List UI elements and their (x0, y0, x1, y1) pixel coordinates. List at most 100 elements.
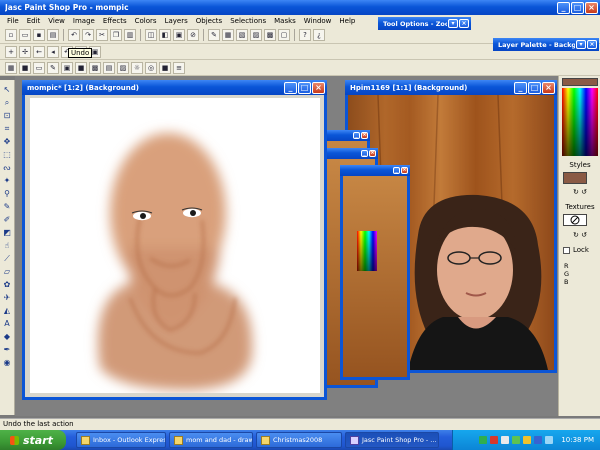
update-icon[interactable] (534, 436, 543, 444)
menu-help[interactable]: Help (335, 17, 359, 25)
target-icon[interactable]: ◎ (145, 61, 157, 74)
crop-tool-icon[interactable]: ⌗ (2, 123, 13, 134)
menu-file[interactable]: File (3, 17, 23, 25)
mini-window-title-bar[interactable]: _ × (340, 165, 410, 176)
grid-view-icon[interactable]: ▦ (5, 61, 17, 74)
styles-swatch[interactable] (563, 172, 587, 184)
stripes-icon[interactable]: ≡ (173, 61, 185, 74)
menu-view[interactable]: View (44, 17, 69, 25)
menu-colors[interactable]: Colors (131, 17, 161, 25)
context-help-icon[interactable]: ¿ (313, 29, 325, 41)
close-button[interactable]: × (459, 19, 469, 28)
arrow-left-icon[interactable]: ← (33, 45, 45, 58)
object-selector-icon[interactable]: ◉ (2, 357, 13, 368)
task-christmas2008[interactable]: Christmas2008 (256, 432, 342, 448)
swap-styles-icon[interactable]: ↻ ↺ (559, 188, 600, 196)
messenger-icon[interactable] (512, 436, 521, 444)
freehand-tool-icon[interactable]: ᔓ (2, 162, 13, 173)
color-spectrum[interactable] (562, 88, 598, 156)
cut-icon[interactable]: ✂ (96, 29, 108, 41)
scan-icon[interactable]: ◧ (159, 29, 171, 41)
layers-icon[interactable]: ▨ (250, 29, 262, 41)
lock-checkbox[interactable] (563, 247, 570, 254)
print-icon[interactable]: ▤ (47, 29, 59, 41)
color-replacer-icon[interactable]: ◩ (2, 227, 13, 238)
drawing-canvas[interactable] (30, 98, 320, 393)
eraser-icon[interactable]: ▱ (2, 266, 13, 277)
start-button[interactable]: start (0, 430, 66, 450)
display-icon[interactable] (545, 436, 554, 444)
close-button[interactable]: × (542, 81, 555, 94)
retouch-icon[interactable]: ☝ (2, 240, 13, 251)
tool-options-palette[interactable]: Tool Options - Zoom ▾ × (378, 17, 471, 30)
frame-icon[interactable]: ▭ (33, 61, 45, 74)
security-icon[interactable] (490, 436, 499, 444)
mompic-window-title-bar[interactable]: mompic* [1:2] (Background) _ □ × (22, 80, 327, 95)
script-icon[interactable]: ▢ (278, 29, 290, 41)
menu-masks[interactable]: Masks (270, 17, 300, 25)
display-icon[interactable]: ▣ (173, 29, 185, 41)
swap-textures-icon[interactable]: ↻ ↺ (559, 231, 600, 239)
dark-box-icon[interactable]: ■ (159, 61, 171, 74)
dropper-icon[interactable]: ⚲ (2, 188, 13, 199)
maximize-button[interactable]: □ (298, 81, 311, 94)
antivirus-icon[interactable] (523, 436, 532, 444)
task-mom-and-dad[interactable]: mom and dad - drawi... (169, 432, 253, 448)
arrow-back-icon[interactable]: ◂ (47, 45, 59, 58)
menu-window[interactable]: Window (300, 17, 336, 25)
minimize-button[interactable]: _ (393, 167, 400, 174)
textures-swatch[interactable] (563, 214, 587, 226)
scratch-remover-icon[interactable]: ⟋ (2, 253, 13, 264)
photo-icon[interactable]: ▤ (103, 61, 115, 74)
redo-icon[interactable]: ↷ (82, 29, 94, 41)
paintbrush-icon[interactable]: ✎ (2, 201, 13, 212)
crosshair-icon[interactable]: + (5, 45, 17, 58)
palette-icon[interactable]: ▦ (222, 29, 234, 41)
speaker-icon[interactable] (501, 436, 510, 444)
copy-icon[interactable]: ❐ (110, 29, 122, 41)
minimize-button[interactable]: _ (361, 150, 368, 157)
no-icon[interactable]: ⊘ (187, 29, 199, 41)
sun-icon[interactable]: ☼ (131, 61, 143, 74)
yellow-box-icon[interactable]: ■ (19, 61, 31, 74)
paste-icon[interactable]: ▥ (124, 29, 136, 41)
minimize-button[interactable]: _ (557, 1, 570, 14)
close-button[interactable]: × (587, 40, 597, 49)
open-folder-icon[interactable]: ▭ (19, 29, 31, 41)
pen-tool-icon[interactable]: ✒ (2, 344, 13, 355)
picture-tube-icon[interactable]: ✿ (2, 279, 13, 290)
swatch-icon[interactable]: ▩ (89, 61, 101, 74)
help-icon[interactable]: ? (299, 29, 311, 41)
network-icon[interactable] (479, 436, 488, 444)
menu-objects[interactable]: Objects (192, 17, 226, 25)
close-button[interactable]: × (312, 81, 325, 94)
maximize-button[interactable]: □ (571, 1, 584, 14)
menu-image[interactable]: Image (69, 17, 99, 25)
color-picker-icon[interactable]: ✎ (208, 29, 220, 41)
menu-effects[interactable]: Effects (99, 17, 131, 25)
image-window-copy-3[interactable]: _ × (340, 165, 410, 380)
maximize-button[interactable]: □ (528, 81, 541, 94)
deform-tool-icon[interactable]: ⊡ (2, 110, 13, 121)
browse-icon[interactable]: ◫ (145, 29, 157, 41)
save-icon[interactable]: ▪ (33, 29, 45, 41)
brush-icon[interactable]: ✎ (47, 61, 59, 74)
mompic-image-window[interactable]: mompic* [1:2] (Background) _ □ × (22, 80, 327, 400)
mover-tool-icon[interactable]: ✥ (2, 136, 13, 147)
task-outlook-express[interactable]: Inbox - Outlook Express (76, 432, 166, 448)
image-icon[interactable]: ▣ (61, 61, 73, 74)
selection-tool-icon[interactable]: ⬚ (2, 149, 13, 160)
foreground-color-swatch[interactable] (562, 78, 598, 86)
close-button[interactable]: × (585, 1, 598, 14)
magic-wand-icon[interactable]: ✦ (2, 175, 13, 186)
task-paint-shop-pro[interactable]: Jasc Paint Shop Pro - ... (345, 432, 439, 448)
histogram-icon[interactable]: ▧ (236, 29, 248, 41)
layer-palette[interactable]: Layer Palette - Backg ▾ × (493, 38, 599, 51)
overview-icon[interactable]: ▩ (264, 29, 276, 41)
clone-brush-icon[interactable]: ✐ (2, 214, 13, 225)
flood-fill-icon[interactable]: ◭ (2, 305, 13, 316)
rollup-button[interactable]: ▾ (576, 40, 586, 49)
close-button[interactable]: × (369, 150, 376, 157)
picture-icon[interactable]: ▨ (117, 61, 129, 74)
mini-window-title-bar[interactable]: _ × (318, 148, 378, 159)
